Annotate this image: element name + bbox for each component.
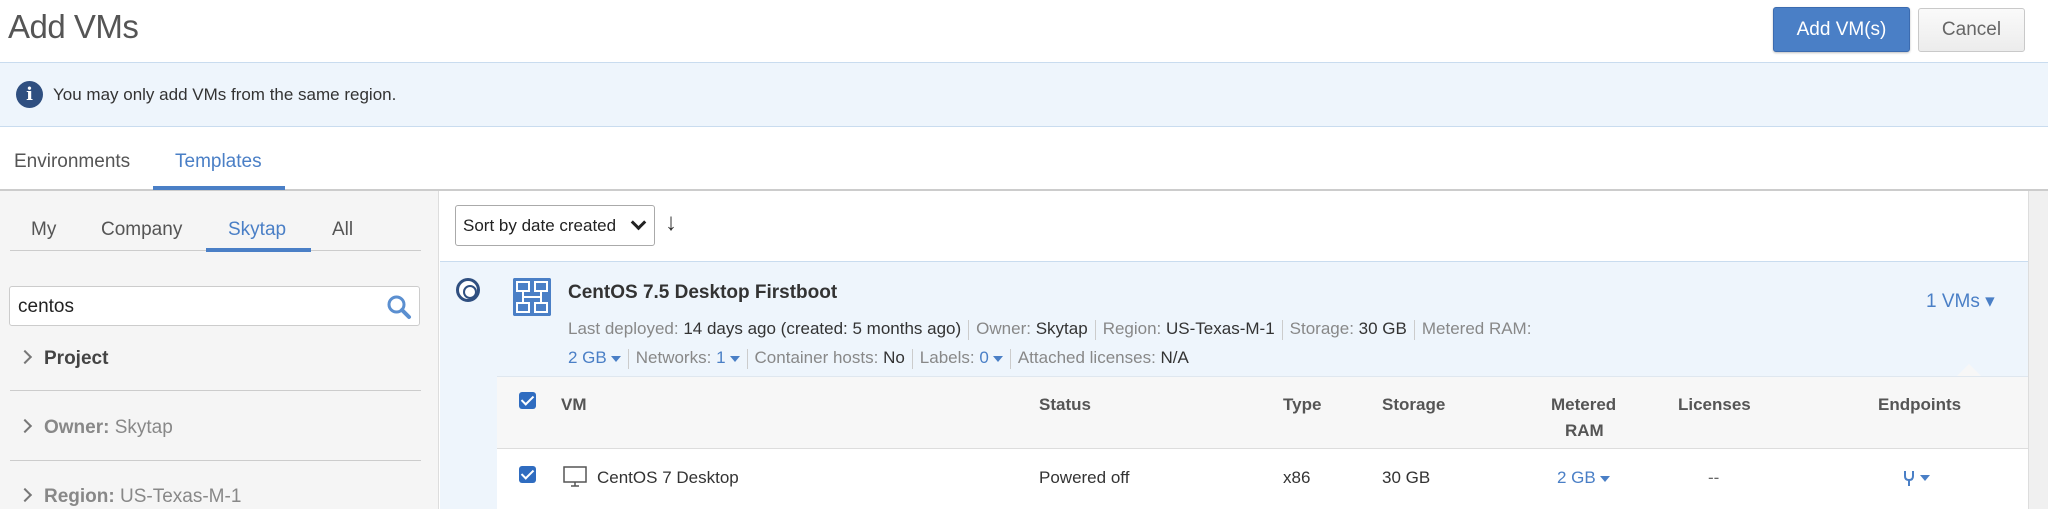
search-box xyxy=(9,286,420,326)
container-hosts-label: Container hosts: xyxy=(754,348,879,367)
facet-region-value: US-Texas-M-1 xyxy=(120,486,242,507)
arrow-down-icon[interactable]: ↓ xyxy=(665,209,677,237)
column-storage[interactable]: Storage xyxy=(1382,395,1445,415)
storage-label: Storage: xyxy=(1289,319,1354,338)
template-radio[interactable] xyxy=(456,278,480,302)
fork-icon xyxy=(1904,470,1914,486)
vm-status: Powered off xyxy=(1039,468,1130,487)
add-vms-button[interactable]: Add VM(s) xyxy=(1773,7,1910,52)
region-value: US-Texas-M-1 xyxy=(1166,319,1275,338)
sort-select[interactable]: Sort by date created xyxy=(455,205,655,246)
networks-dropdown[interactable]: 1 xyxy=(716,348,740,367)
container-hosts-value: No xyxy=(883,348,905,367)
facet-owner[interactable]: Owner: Skytap xyxy=(17,417,173,439)
info-banner: i You may only add VMs from the same reg… xyxy=(0,62,2048,127)
row-checkbox[interactable] xyxy=(519,466,536,483)
subtab-all[interactable]: All xyxy=(332,219,353,241)
column-vm[interactable]: VM xyxy=(561,395,587,415)
caret-down-icon xyxy=(729,355,740,362)
cancel-button[interactable]: Cancel xyxy=(1918,8,2025,52)
search-icon[interactable] xyxy=(386,294,412,320)
column-type[interactable]: Type xyxy=(1283,395,1321,415)
chevron-down-icon xyxy=(630,214,647,231)
facet-divider xyxy=(10,460,421,461)
labels-dropdown[interactable]: 0 xyxy=(979,348,1003,367)
vm-table: VM Status Type Storage Metered RAM Licen… xyxy=(497,376,2028,510)
column-metered-ram[interactable]: Metered RAM xyxy=(1551,395,1616,441)
attached-licenses-value: N/A xyxy=(1160,348,1189,367)
caret-down-icon xyxy=(1599,475,1610,482)
template-meta-row-1: Last deployed: 14 days ago (created: 5 m… xyxy=(568,319,1531,340)
active-tab-indicator xyxy=(153,186,285,190)
networks-label: Networks: xyxy=(635,348,712,367)
vm-metered-ram-dropdown[interactable]: 2 GB xyxy=(1557,468,1610,488)
template-name[interactable]: CentOS 7.5 Desktop Firstboot xyxy=(568,282,837,304)
vm-metered-ram-value: 2 GB xyxy=(1557,468,1596,487)
chevron-right-icon xyxy=(17,418,33,434)
subtab-skytap[interactable]: Skytap xyxy=(228,219,286,241)
endpoints-dropdown[interactable] xyxy=(1902,467,1930,487)
attached-licenses-label: Attached licenses: xyxy=(1017,348,1156,367)
tab-environments[interactable]: Environments xyxy=(14,151,130,173)
page-header: Add VMs Add VM(s) Cancel xyxy=(0,0,2048,62)
vm-licenses: -- xyxy=(1708,468,1720,487)
tab-templates[interactable]: Templates xyxy=(175,151,262,173)
monitor-icon xyxy=(563,466,587,487)
owner-value: Skytap xyxy=(1035,319,1088,338)
labels-label: Labels: xyxy=(919,348,975,367)
storage-value: 30 GB xyxy=(1358,319,1407,338)
banner-text: You may only add VMs from the same regio… xyxy=(53,85,397,104)
region-label: Region: xyxy=(1102,319,1162,338)
template-icon xyxy=(513,278,551,316)
vm-name[interactable]: CentOS 7 Desktop xyxy=(597,468,739,488)
column-status[interactable]: Status xyxy=(1039,395,1091,415)
facet-owner-value: Skytap xyxy=(114,417,173,438)
column-metered-ram-line1: Metered xyxy=(1551,395,1617,414)
templates-list: Sort by date created ↓ CentOS 7.5 Deskto… xyxy=(440,191,2028,510)
facet-owner-label: Owner: xyxy=(44,417,110,438)
last-deployed-label: Last deployed: xyxy=(568,319,679,338)
metered-ram-dropdown[interactable]: 2 GB xyxy=(568,348,621,367)
labels-value: 0 xyxy=(979,348,989,367)
scrollbar[interactable] xyxy=(2028,191,2048,509)
facet-project-label: Project xyxy=(44,348,109,369)
facet-region-label: Region: xyxy=(44,486,115,507)
template-meta-row-2: 2 GB Networks: 1 Container hosts: No Labels… xyxy=(568,348,1189,369)
caret-down-icon xyxy=(610,355,621,362)
info-icon: i xyxy=(16,81,43,108)
subtab-my[interactable]: My xyxy=(31,219,56,241)
owner-label: Owner: xyxy=(976,319,1031,338)
active-subtab-indicator xyxy=(206,248,311,252)
facet-region[interactable]: Region: US-Texas-M-1 xyxy=(17,486,242,508)
caret-down-icon xyxy=(992,355,1003,362)
networks-value: 1 xyxy=(716,348,726,367)
page-title: Add VMs xyxy=(8,8,139,45)
column-licenses[interactable]: Licenses xyxy=(1678,395,1751,415)
vm-type: x86 xyxy=(1283,468,1311,487)
chevron-right-icon xyxy=(17,487,33,503)
select-all-checkbox[interactable] xyxy=(519,392,536,409)
vm-table-header: VM Status Type Storage Metered RAM Licen… xyxy=(497,377,2028,449)
vms-expand-link[interactable]: 1 VMs ▾ xyxy=(1926,290,1995,313)
subtab-company[interactable]: Company xyxy=(101,219,182,241)
facet-divider xyxy=(10,390,421,391)
main-tabs: Environments Templates xyxy=(0,127,2048,191)
facet-project[interactable]: Project xyxy=(17,348,109,370)
vm-storage: 30 GB xyxy=(1382,468,1431,487)
metered-ram-label: Metered RAM: xyxy=(1421,319,1532,338)
sort-select-value: Sort by date created xyxy=(463,216,617,235)
chevron-right-icon xyxy=(17,349,33,365)
caret-down-icon xyxy=(1920,474,1930,481)
column-endpoints[interactable]: Endpoints xyxy=(1878,395,1961,415)
template-card: CentOS 7.5 Desktop Firstboot Last deploy… xyxy=(440,261,2028,510)
metered-ram-value: 2 GB xyxy=(568,348,607,367)
last-deployed-value: 14 days ago (created: 5 months ago) xyxy=(683,319,962,338)
column-metered-ram-line2: RAM xyxy=(1565,421,1604,440)
filter-panel: My Company Skytap All Project Owner: Sky… xyxy=(0,191,439,509)
search-input[interactable] xyxy=(18,295,378,319)
